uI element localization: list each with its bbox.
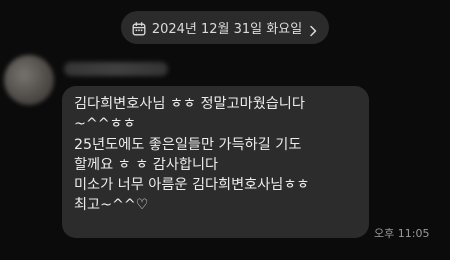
chevron-right-icon bbox=[308, 22, 318, 36]
sender-avatar[interactable] bbox=[4, 55, 54, 105]
date-divider-label: 2024년 12월 31일 화요일 bbox=[151, 22, 303, 37]
calendar-icon bbox=[132, 21, 146, 35]
sender-name-blurred bbox=[64, 62, 168, 76]
message-line: 미소가 너무 아름운 김다희변호사님ㅎㅎ bbox=[74, 177, 310, 194]
message-line: ~^^ㅎㅎ bbox=[74, 116, 136, 133]
message-bubble[interactable]: 김다희변호사님 ㅎㅎ 정말고마웠습니다 ~^^ㅎㅎ 25년도에도 좋은일들만 가… bbox=[62, 86, 369, 238]
message-line: 김다희변호사님 ㅎㅎ 정말고마웠습니다 bbox=[74, 96, 305, 112]
message-timestamp: 오후 11:05 bbox=[374, 227, 430, 240]
message-line: 최고~^^♡ bbox=[74, 197, 149, 214]
message-line: 25년도에도 좋은일들만 가득하길 기도 bbox=[74, 136, 302, 153]
message-line: 할께요 ㅎ ㅎ 감사합니다 bbox=[74, 156, 219, 173]
chat-screen: 2024년 12월 31일 화요일 김다희변호사님 ㅎㅎ 정말고마웠습니다 ~^… bbox=[0, 0, 450, 260]
date-divider-button[interactable]: 2024년 12월 31일 화요일 bbox=[121, 11, 329, 44]
